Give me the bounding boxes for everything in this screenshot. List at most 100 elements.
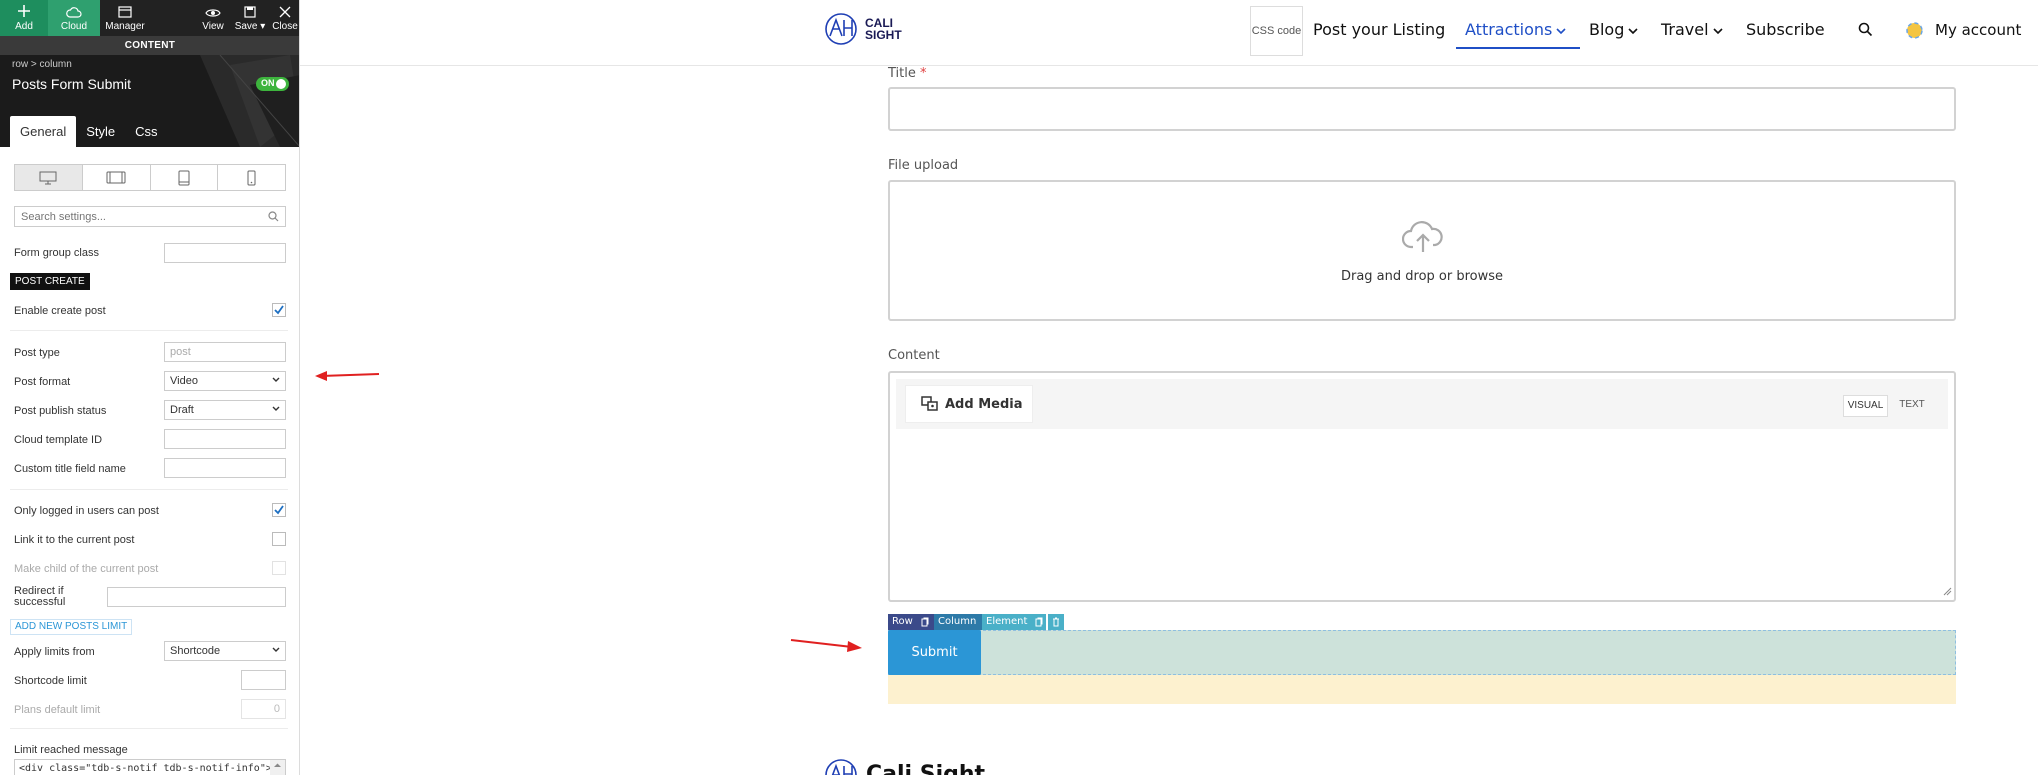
drag-drop-text: Drag and drop or browse [1340, 269, 1504, 284]
device-switcher [14, 164, 286, 191]
limit-message-label: Limit reached message [14, 744, 128, 756]
eye-icon [205, 9, 221, 17]
copy-icon [1035, 617, 1043, 627]
nav-item-blog[interactable]: Blog [1589, 20, 1638, 39]
nav-item-attractions[interactable]: Attractions [1465, 20, 1566, 39]
cali-sight-logo-icon [825, 759, 857, 775]
tab-general[interactable]: General [10, 116, 77, 147]
text-tab[interactable]: TEXT [1891, 395, 1933, 417]
avatar-icon [1906, 21, 1923, 39]
phone-icon [247, 170, 256, 185]
divider [10, 330, 288, 331]
search-input[interactable] [15, 207, 265, 226]
textarea-scrollbar[interactable] [270, 760, 285, 775]
scroll-up-icon [274, 763, 281, 767]
add-posts-limit-button[interactable]: ADD NEW POSTS LIMIT [10, 619, 133, 635]
section-post-create: POST CREATE [10, 273, 90, 290]
form-group-class-label: Form group class [14, 247, 99, 259]
post-type-input[interactable]: post [164, 342, 286, 362]
vc-row-copy[interactable] [916, 614, 934, 630]
vc-element-delete[interactable] [1048, 614, 1064, 630]
custom-title-field-input[interactable] [164, 458, 286, 478]
resize-handle-icon[interactable] [1943, 587, 1952, 596]
tab-css[interactable]: Css [125, 116, 167, 147]
device-desktop[interactable] [15, 165, 83, 190]
apply-limits-select[interactable]: Shortcode [164, 641, 286, 661]
cloud-button[interactable]: Cloud [48, 0, 100, 36]
cloud-icon [66, 7, 82, 18]
annotation-arrow-submit [790, 639, 862, 652]
chevron-down-icon [1712, 27, 1723, 34]
search-icon [268, 211, 279, 222]
content-editor: Add Media VISUAL TEXT [888, 371, 1956, 602]
breadcrumb: row > column [12, 59, 72, 70]
nav-item-post-listing[interactable]: Post your Listing [1313, 20, 1445, 39]
my-account-link[interactable]: My account [1906, 21, 2021, 39]
only-logged-in-checkbox[interactable] [272, 503, 286, 517]
view-button[interactable]: View [196, 0, 230, 36]
limit-message-textarea[interactable]: <div class="tdb-s-notif tdb-s-notif-info… [14, 759, 286, 775]
annotation-arrow-post-format [315, 371, 380, 381]
link-current-post-label: Link it to the current post [14, 534, 135, 546]
toggle-knob [276, 79, 286, 89]
tablet-portrait-icon [178, 170, 190, 185]
shortcode-limit-label: Shortcode limit [14, 675, 87, 687]
plans-default-limit-input[interactable]: 0 [241, 699, 286, 719]
post-format-label: Post format [14, 376, 71, 388]
breadcrumb-column[interactable]: column [40, 59, 72, 70]
device-phone[interactable] [218, 165, 285, 190]
add-media-button[interactable]: Add Media [905, 385, 1033, 423]
link-current-post-checkbox[interactable] [272, 532, 286, 546]
vc-element-copy[interactable] [1032, 614, 1046, 630]
add-button[interactable]: Add [0, 0, 48, 36]
vc-element-label[interactable]: Element [982, 614, 1032, 630]
content-label: Content [888, 348, 940, 363]
settings-tabs: General Style Css [10, 116, 168, 147]
media-icon [921, 396, 938, 411]
logo-text-line2: SIGHT [865, 28, 902, 42]
cloud-upload-icon [1402, 221, 1443, 252]
vc-column-label[interactable]: Column [934, 614, 982, 630]
footer-brand[interactable]: Cali Sight [824, 759, 985, 775]
save-button[interactable]: Save ▾ [230, 0, 270, 36]
device-tablet-landscape[interactable] [83, 165, 151, 190]
make-child-label: Make child of the current post [14, 563, 159, 575]
post-publish-status-select[interactable]: Draft [164, 400, 286, 420]
submit-button[interactable]: Submit [888, 630, 981, 675]
site-logo[interactable]: CALI SIGHT [824, 12, 902, 46]
chevron-down-icon [272, 377, 280, 382]
file-upload-dropzone[interactable]: Drag and drop or browse [888, 180, 1956, 321]
close-button[interactable]: Close [270, 0, 299, 36]
vc-row-label[interactable]: Row [888, 614, 916, 630]
cali-sight-logo-icon [825, 13, 857, 45]
content-bar: CONTENT [0, 36, 299, 55]
css-code-button[interactable]: CSS code [1250, 6, 1303, 56]
trash-icon [1053, 617, 1059, 627]
cloud-template-id-input[interactable] [164, 429, 286, 449]
device-tablet-portrait[interactable] [151, 165, 219, 190]
checkmark-icon [274, 305, 284, 315]
redirect-label: Redirect if successful [14, 585, 66, 608]
manager-button[interactable]: Manager [100, 0, 150, 36]
chevron-down-icon [272, 406, 280, 411]
title-label: Title * [888, 66, 927, 81]
file-upload-label: File upload [888, 158, 959, 173]
tab-style[interactable]: Style [76, 116, 125, 147]
post-format-select[interactable]: Video [164, 371, 286, 391]
form-group-class-input[interactable] [164, 243, 286, 263]
chevron-down-icon [1628, 27, 1638, 34]
nav-item-travel[interactable]: Travel [1661, 20, 1723, 39]
make-child-checkbox[interactable] [272, 561, 286, 575]
breadcrumb-row[interactable]: row [12, 59, 28, 70]
post-type-label: Post type [14, 347, 60, 359]
copy-icon [921, 617, 929, 627]
element-toggle[interactable]: ON [256, 77, 289, 91]
shortcode-limit-input[interactable] [241, 670, 286, 690]
visual-tab[interactable]: VISUAL [1843, 395, 1888, 417]
element-highlight [888, 630, 1956, 675]
search-icon[interactable] [1858, 22, 1873, 37]
title-input[interactable] [888, 87, 1956, 131]
nav-item-subscribe[interactable]: Subscribe [1746, 20, 1825, 39]
enable-create-post-checkbox[interactable] [272, 303, 286, 317]
redirect-input[interactable] [107, 587, 286, 607]
